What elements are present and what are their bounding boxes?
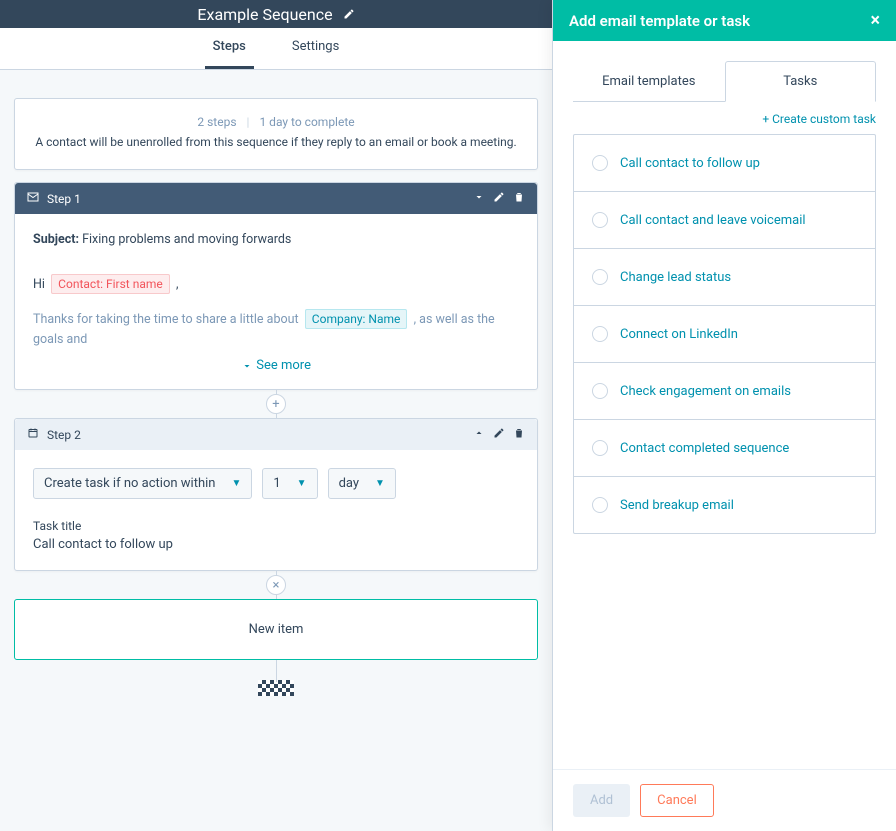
sequence-title: Example Sequence [197,5,332,24]
radio-icon [592,155,608,171]
connector-2: × [14,571,538,599]
delete-step2-icon[interactable] [513,427,525,442]
radio-icon [592,497,608,513]
panel-header: Add email template or task × [553,0,896,41]
task-option[interactable]: Connect on LinkedIn [574,306,875,363]
task-option[interactable]: Send breakup email [574,477,875,533]
unit-select[interactable]: day ▼ [328,468,396,499]
subject-label: Subject: [33,232,79,247]
expand-icon[interactable] [473,427,485,442]
company-name-token[interactable]: Company: Name [305,309,408,329]
connector-1: + [14,390,538,418]
step-2-card: Step 2 Create task if no action within ▼ [14,418,538,571]
task-option-label: Connect on LinkedIn [620,327,738,342]
radio-icon [592,383,608,399]
create-custom-task-link[interactable]: + Create custom task [553,102,896,134]
greeting-suffix: , [176,277,178,292]
radio-icon [592,212,608,228]
step-1-body: Subject: Fixing problems and moving forw… [15,214,537,389]
add-step-button[interactable]: + [266,394,286,414]
task-list: Call contact to follow up Call contact a… [573,134,876,534]
chevron-down-icon: ▼ [231,478,241,489]
main-sequence-editor: Example Sequence Steps Settings 2 steps … [0,0,552,831]
step-2-header: Step 2 [15,419,537,450]
task-trigger-row: Create task if no action within ▼ 1 ▼ da… [33,468,519,499]
chevron-down-icon: ▼ [375,478,385,489]
task-option-label: Call contact and leave voicemail [620,213,806,228]
content-area: 2 steps | 1 day to complete A contact wi… [0,70,552,710]
collapse-icon[interactable] [473,191,485,206]
panel-tab-templates[interactable]: Email templates [573,61,725,101]
unenroll-text: A contact will be unenrolled from this s… [35,135,517,149]
task-option-label: Call contact to follow up [620,156,760,171]
tab-settings[interactable]: Settings [284,27,347,69]
task-option[interactable]: Change lead status [574,249,875,306]
duration-text: 1 day to complete [259,115,354,129]
app-header: Example Sequence [0,0,552,28]
chevron-down-icon: ▼ [297,478,307,489]
summary-card: 2 steps | 1 day to complete A contact wi… [14,98,538,170]
new-item-label: New item [249,622,304,637]
radio-icon [592,440,608,456]
task-option-label: Contact completed sequence [620,441,789,456]
panel-title: Add email template or task [569,12,750,30]
see-more-link[interactable]: See more [33,350,519,379]
add-button[interactable]: Add [573,784,630,817]
contact-firstname-token[interactable]: Contact: First name [51,274,170,294]
unit-select-label: day [339,476,359,491]
body-prefix: Thanks for taking the time to share a li… [33,312,299,327]
summary-separator: | [247,115,250,129]
step-2-body: Create task if no action within ▼ 1 ▼ da… [15,450,537,570]
cancel-button[interactable]: Cancel [640,784,714,817]
task-option-label: Change lead status [620,270,731,285]
step-1-label: Step 1 [47,192,81,206]
close-panel-icon[interactable]: × [870,10,880,31]
number-select[interactable]: 1 ▼ [262,468,317,499]
task-option-label: Send breakup email [620,498,734,513]
step-2-label: Step 2 [47,428,81,442]
checkered-flag-icon [258,680,294,696]
edit-title-icon[interactable] [343,5,355,24]
task-title-label: Task title [33,519,519,533]
task-option[interactable]: Check engagement on emails [574,363,875,420]
panel-tab-tasks[interactable]: Tasks [725,61,877,102]
task-option[interactable]: Contact completed sequence [574,420,875,477]
radio-icon [592,326,608,342]
tab-steps[interactable]: Steps [205,27,254,69]
main-tab-bar: Steps Settings [0,28,552,70]
subject-value: Fixing problems and moving forwards [82,232,291,247]
see-more-text: See more [256,358,311,373]
add-step-panel: Add email template or task × Email templ… [552,0,896,831]
delete-step-icon[interactable] [513,191,525,206]
radio-icon [592,269,608,285]
new-item-button[interactable]: New item [14,599,538,660]
email-body-preview: Thanks for taking the time to share a li… [33,310,519,350]
task-title-value: Call contact to follow up [33,537,519,560]
panel-tab-bar: Email templates Tasks [573,61,876,102]
task-option[interactable]: Call contact to follow up [574,135,875,192]
panel-footer: Add Cancel [553,769,896,831]
email-icon [27,191,39,206]
task-icon [27,427,39,442]
connector-end [14,660,538,682]
trigger-select-label: Create task if no action within [44,476,215,491]
step-count: 2 steps [197,115,236,129]
number-select-label: 1 [273,476,280,491]
greeting-prefix: Hi [33,277,45,292]
edit-step2-icon[interactable] [493,427,505,442]
edit-step-icon[interactable] [493,191,505,206]
task-option-label: Check engagement on emails [620,384,791,399]
step-1-header: Step 1 [15,183,537,214]
finish-flag [14,680,538,700]
remove-connector-button[interactable]: × [266,575,286,595]
trigger-select[interactable]: Create task if no action within ▼ [33,468,252,499]
task-option[interactable]: Call contact and leave voicemail [574,192,875,249]
step-1-card: Step 1 Subject: Fixing problems and movi… [14,182,538,390]
